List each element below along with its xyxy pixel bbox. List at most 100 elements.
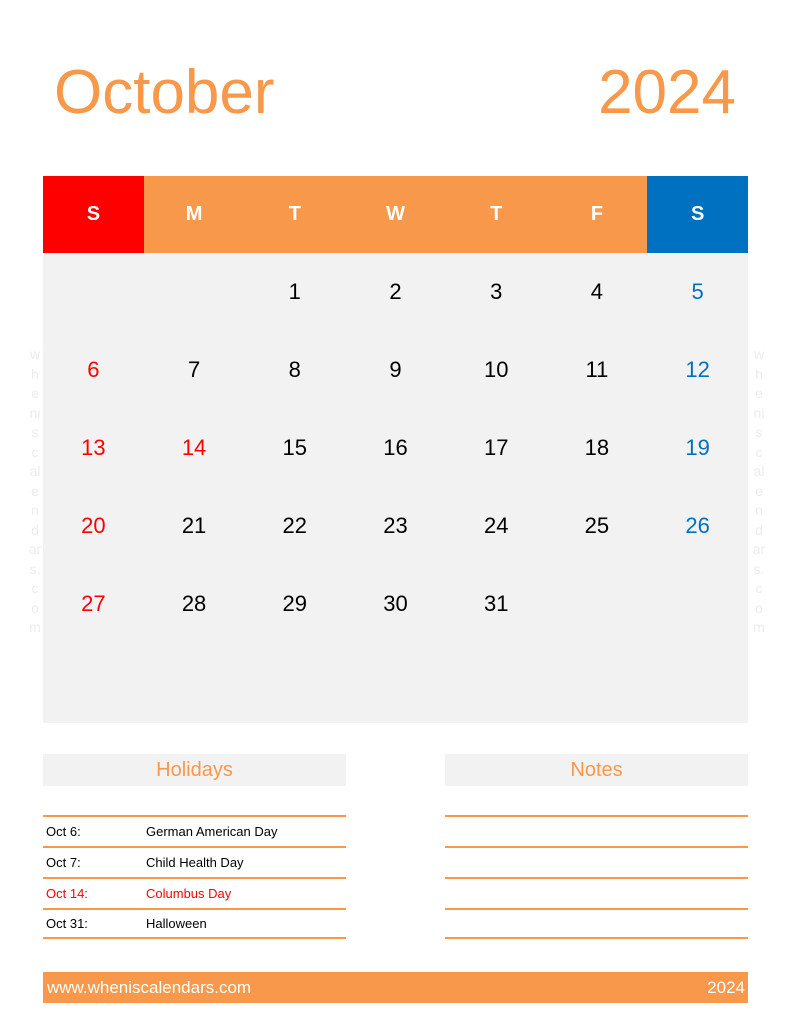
- holiday-name: Halloween: [146, 916, 207, 931]
- holiday-name: Child Health Day: [146, 855, 244, 870]
- day-cell: 9: [389, 357, 402, 382]
- day-cell: 13: [81, 435, 106, 460]
- day-cell: 19: [685, 435, 710, 460]
- watermark-char: o: [755, 599, 763, 616]
- holiday-row: Oct 7: Child Health Day: [43, 846, 346, 877]
- watermark-char: d: [31, 521, 39, 538]
- watermark-char: c: [31, 443, 39, 460]
- day-cell: 31: [483, 591, 509, 616]
- footer-year: 2024: [707, 977, 745, 997]
- month-title: October: [54, 58, 275, 127]
- watermark-char: ni: [29, 404, 41, 421]
- empty-cell: [144, 253, 245, 331]
- day-cell: 1: [288, 279, 301, 304]
- empty-cell: [647, 565, 748, 643]
- watermark-char: ar: [752, 541, 766, 557]
- day-cell: 2: [389, 279, 402, 304]
- watermark-char: c: [31, 580, 39, 596]
- day-cell: 14: [181, 435, 207, 460]
- day-cell: 21: [181, 513, 207, 538]
- watermark-char: m: [753, 619, 765, 635]
- notes-heading: Notes: [445, 754, 748, 786]
- day-cell: 11: [585, 357, 609, 382]
- day-cell: 30: [383, 591, 408, 616]
- holiday-row: Oct 14: Columbus Day: [43, 877, 346, 908]
- day-cell: 10: [483, 357, 509, 382]
- weekday-label: M: [143, 176, 245, 253]
- watermark-char: s.: [29, 560, 41, 577]
- empty-cell: [43, 253, 144, 331]
- watermark-char: al: [753, 463, 765, 479]
- weekday-label: S: [43, 176, 144, 253]
- year-title: 2024: [598, 58, 736, 127]
- watermark-char: n: [31, 502, 39, 518]
- day-cell: 25: [584, 513, 610, 538]
- holiday-date: Oct 6:: [46, 824, 81, 839]
- note-line[interactable]: [445, 877, 748, 908]
- day-cell: 28: [181, 591, 207, 616]
- day-cell: 8: [288, 357, 301, 382]
- watermark-right: w h e ni s c al e n d ar s. c o m: [750, 345, 768, 638]
- website-link[interactable]: www.wheniscalendars.com: [47, 978, 251, 998]
- watermark-char: n: [755, 502, 763, 518]
- days-grid: 1 2 3 4 5 6 7 8 9 10 11 12 13 14 15 16 17 18 19 20 21 22 23 24 2…: [43, 253, 748, 723]
- note-line[interactable]: [445, 815, 748, 846]
- watermark-char: c: [755, 580, 763, 596]
- day-cell: 17: [483, 435, 509, 460]
- watermark-char: o: [31, 599, 39, 616]
- day-cell: 6: [87, 357, 100, 382]
- weekday-label: S: [647, 176, 749, 253]
- holiday-row: Oct 6: German American Day: [43, 815, 346, 846]
- note-line[interactable]: [445, 908, 748, 939]
- weekday-label: W: [345, 176, 446, 253]
- day-cell: 15: [282, 435, 308, 460]
- day-cell: 3: [490, 279, 503, 304]
- watermark-char: e: [31, 482, 39, 499]
- note-line[interactable]: [445, 846, 748, 877]
- holiday-date: Oct 7:: [46, 855, 81, 870]
- watermark-char: ar: [28, 541, 42, 557]
- day-cell: 24: [483, 513, 509, 538]
- watermark-char: c: [755, 443, 763, 460]
- day-cell: 29: [282, 591, 308, 616]
- watermark-left: w h e ni s c al e n d ar s. c o m: [26, 345, 44, 638]
- holiday-name: German American Day: [146, 824, 278, 839]
- watermark-char: al: [29, 463, 41, 479]
- weekday-header: SMTWTFS: [43, 176, 749, 253]
- day-cell: 27: [81, 591, 106, 616]
- day-cell: 18: [584, 435, 610, 460]
- day-cell: 7: [187, 357, 201, 382]
- holiday-date: Oct 14:: [46, 886, 88, 901]
- watermark-char: e: [755, 385, 763, 401]
- watermark-char: m: [29, 619, 41, 635]
- footer-bar: www.wheniscalendars.com 2024: [43, 972, 748, 1003]
- empty-cell: [547, 565, 648, 643]
- watermark-char: e: [755, 482, 763, 499]
- watermark-char: e: [31, 385, 39, 401]
- holiday-date: Oct 31:: [46, 916, 88, 931]
- weekday-label: T: [244, 176, 346, 253]
- holiday-row: Oct 31: Halloween: [43, 908, 346, 939]
- watermark-char: w: [29, 346, 41, 362]
- watermark-char: h: [755, 365, 763, 382]
- watermark-char: s: [755, 424, 763, 440]
- holidays-heading: Holidays: [43, 754, 346, 786]
- holidays-list: Oct 6: German American Day Oct 7: Child Hea…: [43, 815, 346, 939]
- weekday-label: F: [546, 176, 648, 253]
- weekday-label: T: [445, 176, 547, 253]
- day-cell: 16: [383, 435, 408, 460]
- day-cell: 4: [590, 279, 604, 304]
- day-cell: 23: [383, 513, 408, 538]
- calendar-grid: SMTWTFS 1 2 3 4 5 6 7 8 9 10 11 12 13 14 15 16 17 18 19 20 2…: [43, 176, 749, 723]
- day-cell: 12: [685, 357, 710, 382]
- notes-area: [445, 815, 748, 939]
- day-cell: 5: [691, 279, 704, 304]
- watermark-char: w: [753, 346, 765, 362]
- day-cell: 20: [81, 513, 106, 538]
- day-cell: 26: [685, 513, 710, 538]
- watermark-char: ni: [753, 404, 765, 421]
- watermark-char: s.: [753, 560, 765, 577]
- watermark-char: h: [31, 365, 39, 382]
- day-cell: 22: [282, 513, 308, 538]
- watermark-char: d: [755, 521, 763, 538]
